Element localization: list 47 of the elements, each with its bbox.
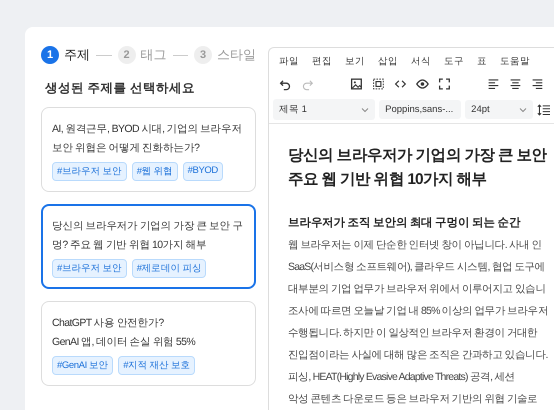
- topic-card[interactable]: AI, 원격근무, BYOD 시대, 기업의 브라우저 보안 위협은 어떻게 진화하는가? #브라우저 보안 #웹 위협 #BYOD: [41, 107, 256, 192]
- body-text-line: 진입점이라는 사실에 대해 많은 조직은 간과하고 있습니다.: [288, 348, 549, 363]
- step-tab[interactable]: 1 주제: [41, 46, 90, 64]
- menu-item[interactable]: 파일: [279, 55, 299, 68]
- tag-chip: #제로데이 피싱: [132, 259, 206, 278]
- menu-item[interactable]: 삽입: [378, 55, 398, 68]
- menu-item[interactable]: 보기: [345, 55, 365, 68]
- tag-chip: #지적 재산 보호: [118, 356, 196, 375]
- document-title: 당신의 브라우저가 기업의 가장 큰 보안: [288, 146, 548, 166]
- topic-title: 당신의 브라우저가 기업의 가장 큰 보안 구멍? 주요 웹 기반 위협 10가지 해부: [52, 219, 244, 253]
- align-left-icon[interactable]: [487, 77, 500, 91]
- body-text-line: 웹 브라우저는 이제 단순한 인터넷 창이 아닙니다. 사내 인: [288, 238, 543, 253]
- menu-item[interactable]: 도구: [444, 55, 464, 68]
- body-text-line: 수행됩니다. 하지만 이 일상적인 브라우저 환경이 거대한: [288, 326, 538, 341]
- document-title: 주요 웹 기반 위협 10가지 해부: [288, 170, 488, 190]
- tag-chip: #브라우저 보안: [52, 259, 127, 278]
- chevron-down-icon: [518, 106, 527, 114]
- body-text-line: SaaS(서비스형 소프트웨어), 클라우드 시스템, 협업 도구에: [288, 260, 546, 275]
- tag-chip: #브라우저 보안: [52, 162, 127, 181]
- preview-icon[interactable]: [416, 77, 429, 91]
- body-text-line: 조사에 따르면 오늘날 기업 내 85% 이상의 업무가 브라우저: [288, 304, 549, 319]
- fullscreen-icon[interactable]: [438, 77, 451, 91]
- line-height-icon[interactable]: [536, 102, 550, 116]
- menu-item[interactable]: 편집: [312, 55, 332, 68]
- selection-icon[interactable]: [372, 77, 386, 91]
- body-text-line: 악성 콘텐츠 다운로드 등은 브라우저 기반의 위협 기술로: [288, 392, 538, 407]
- block-format-dropdown[interactable]: 제목 1: [273, 99, 376, 120]
- topic-title: ChatGPT 사용 안전한가? GenAI 앱, 데이터 손실 위험 55%: [52, 316, 196, 350]
- font-family-dropdown[interactable]: Poppins,sans-...: [379, 100, 462, 119]
- document-heading: 브라우저가 조직 보안의 최대 구멍이 되는 순간: [288, 216, 522, 230]
- align-right-icon[interactable]: [531, 77, 544, 91]
- body-text-line: 대부분의 기업 업무가 브라우저 위에서 이루어지고 있습니: [288, 282, 547, 297]
- tag-chip: #BYOD: [182, 162, 223, 181]
- tag-chip: #웹 위협: [132, 162, 178, 181]
- menu-item[interactable]: 표: [477, 55, 487, 68]
- topic-title: AI, 원격근무, BYOD 시대, 기업의 브라우저 보안 위협은 어떻게 진화하는가?: [52, 122, 243, 156]
- topic-card[interactable]: 당신의 브라우저가 기업의 가장 큰 보안 구멍? 주요 웹 기반 위협 10가지 해부 #브라우저 보안 #제로데이 피싱: [41, 204, 256, 289]
- font-size-dropdown[interactable]: 24pt: [465, 100, 533, 119]
- menu-item[interactable]: 서식: [411, 55, 431, 68]
- align-center-icon[interactable]: [509, 77, 522, 91]
- chevron-down-icon: [361, 106, 370, 114]
- section-heading: 생성된 주제를 선택하세요: [45, 80, 196, 97]
- image-icon[interactable]: [350, 77, 364, 91]
- body-text-line: 피싱, HEAT(Highly Evasive Adaptive Threats) 공격, 세션: [288, 370, 516, 385]
- topic-card[interactable]: ChatGPT 사용 안전한가? GenAI 앱, 데이터 손실 위험 55% #GenAI 보안 #지적 재산 보호: [41, 301, 256, 386]
- tag-chip: #GenAI 보안: [52, 356, 114, 375]
- menu-item[interactable]: 도움말: [500, 55, 530, 68]
